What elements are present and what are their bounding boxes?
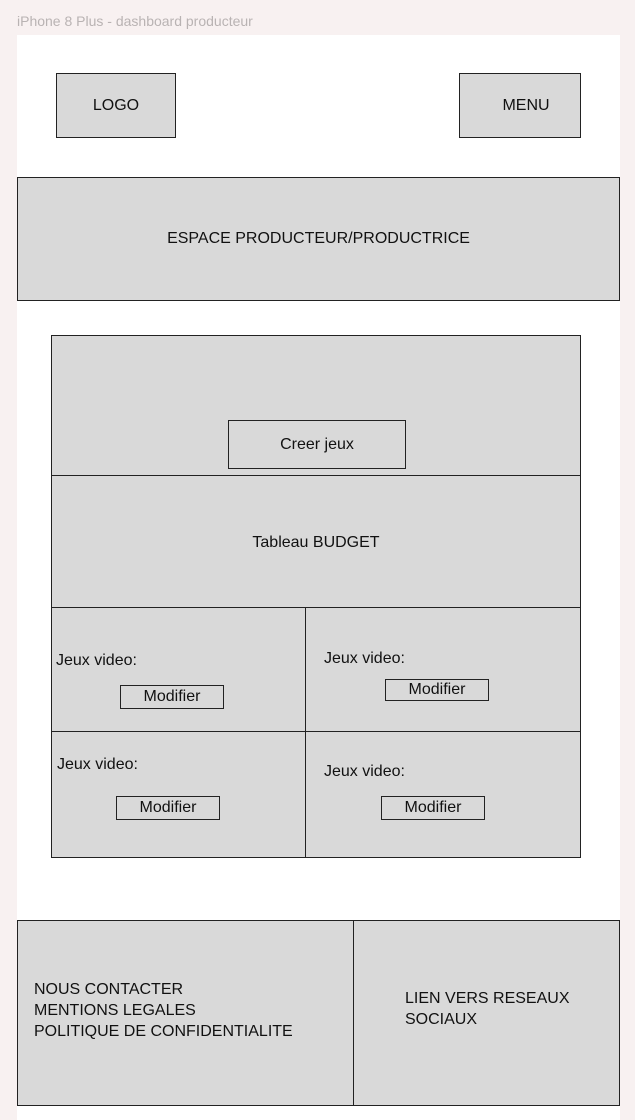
social-line: LIEN VERS RESEAUX xyxy=(405,990,570,1007)
game-cell: Jeux video: Modifier xyxy=(306,608,580,731)
game-label: Jeux video: xyxy=(324,763,405,780)
social-line: SOCIAUX xyxy=(405,1011,478,1028)
modify-button[interactable]: Modifier xyxy=(385,679,489,701)
legal-link[interactable]: MENTIONS LEGALES xyxy=(34,1000,293,1021)
banner-title: ESPACE PRODUCTEUR/PRODUCTRICE xyxy=(167,230,470,247)
logo-placeholder[interactable]: LOGO xyxy=(56,73,176,138)
footer-links-panel: NOUS CONTACTER MENTIONS LEGALES POLITIQU… xyxy=(17,920,354,1106)
modify-button[interactable]: Modifier xyxy=(116,796,220,820)
phone-artboard: LOGO MENU ESPACE PRODUCTEUR/PRODUCTRICE … xyxy=(17,35,620,1120)
banner: ESPACE PRODUCTEUR/PRODUCTRICE xyxy=(17,177,620,301)
frame-title: iPhone 8 Plus - dashboard producteur xyxy=(17,13,253,29)
modify-label: Modifier xyxy=(404,799,462,816)
social-links[interactable]: LIEN VERS RESEAUX SOCIAUX xyxy=(405,988,570,1030)
menu-label: MENU xyxy=(502,96,550,114)
create-game-button[interactable]: Creer jeux xyxy=(228,420,406,469)
game-cell: Jeux video: Modifier xyxy=(306,732,580,858)
game-label: Jeux video: xyxy=(56,652,137,669)
modify-button[interactable]: Modifier xyxy=(120,685,224,709)
game-label: Jeux video: xyxy=(324,650,405,667)
budget-title: Tableau BUDGET xyxy=(252,533,380,551)
contact-link[interactable]: NOUS CONTACTER xyxy=(34,979,293,1000)
modify-label: Modifier xyxy=(143,688,201,705)
modify-label: Modifier xyxy=(139,799,197,816)
logo-label: LOGO xyxy=(92,96,140,114)
create-game-label: Creer jeux xyxy=(280,435,354,453)
game-cell: Jeux video: Modifier xyxy=(52,732,305,858)
footer-social-panel: LIEN VERS RESEAUX SOCIAUX xyxy=(353,920,620,1106)
modify-label: Modifier xyxy=(408,681,466,698)
dashboard-panel: Creer jeux Tableau BUDGET Jeux video: Mo… xyxy=(51,335,581,858)
privacy-link[interactable]: POLITIQUE DE CONFIDENTIALITE xyxy=(34,1021,293,1042)
footer-links: NOUS CONTACTER MENTIONS LEGALES POLITIQU… xyxy=(34,979,293,1042)
game-cell: Jeux video: Modifier xyxy=(52,608,305,731)
menu-button[interactable]: MENU xyxy=(459,73,581,138)
game-label: Jeux video: xyxy=(57,756,138,773)
budget-table[interactable]: Tableau BUDGET xyxy=(52,476,580,609)
modify-button[interactable]: Modifier xyxy=(381,796,485,820)
